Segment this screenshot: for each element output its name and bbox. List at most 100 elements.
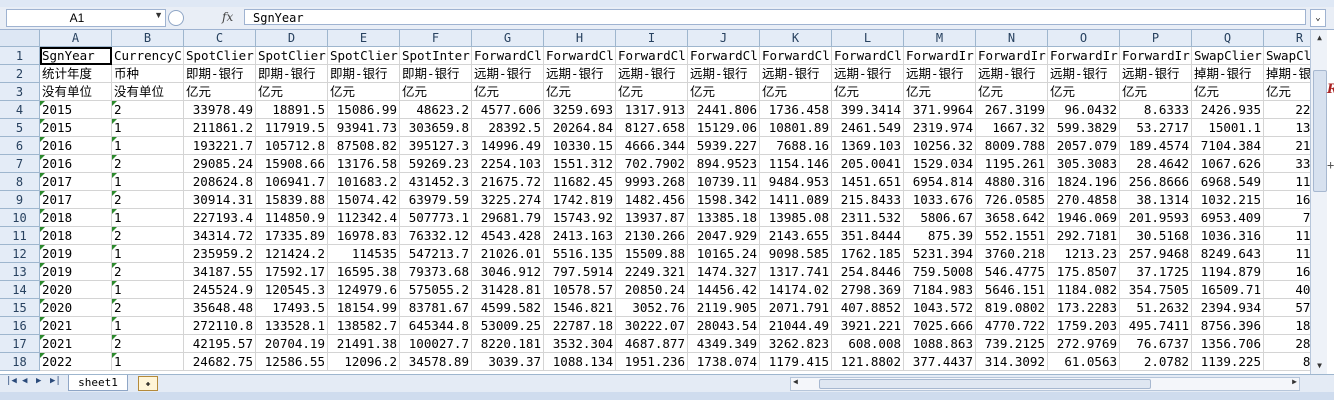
table-cell[interactable]: 2015	[40, 101, 112, 119]
table-cell[interactable]: 亿元	[976, 83, 1048, 101]
table-cell[interactable]: 2311.532	[832, 209, 904, 227]
table-cell[interactable]: 267.3199	[976, 101, 1048, 119]
select-all-corner[interactable]	[0, 30, 40, 47]
table-cell[interactable]: 18891.5	[256, 101, 328, 119]
table-cell[interactable]: 5516.135	[544, 245, 616, 263]
table-cell[interactable]: 1	[112, 317, 184, 335]
table-cell[interactable]: 没有单位	[112, 83, 184, 101]
table-cell[interactable]: 2214.	[1264, 101, 1310, 119]
table-cell[interactable]: 20264.84	[544, 119, 616, 137]
table-cell[interactable]: 21026.01	[472, 245, 544, 263]
table-cell[interactable]: 79373.68	[400, 263, 472, 281]
table-cell[interactable]: 15509.88	[616, 245, 688, 263]
table-cell[interactable]: 547213.7	[400, 245, 472, 263]
table-cell[interactable]: 2	[112, 335, 184, 353]
table-cell[interactable]: 16509.71	[1192, 281, 1264, 299]
table-cell[interactable]: 1	[112, 353, 184, 371]
table-cell[interactable]: 351.8444	[832, 227, 904, 245]
table-cell[interactable]: 3046.912	[472, 263, 544, 281]
table-cell[interactable]: 3921.221	[832, 317, 904, 335]
table-cell[interactable]: 399.3414	[832, 101, 904, 119]
table-cell[interactable]: 2019	[40, 263, 112, 281]
table-cell[interactable]: 11682.45	[544, 173, 616, 191]
table-cell[interactable]: 120545.3	[256, 281, 328, 299]
table-cell[interactable]: 2017	[40, 191, 112, 209]
table-cell[interactable]: 599.3829	[1048, 119, 1120, 137]
table-cell[interactable]: 395127.3	[400, 137, 472, 155]
scroll-left-icon[interactable]: ◀	[793, 377, 798, 386]
table-cell[interactable]: ForwardIr	[904, 47, 976, 65]
table-cell[interactable]: 1834.	[1264, 317, 1310, 335]
table-cell[interactable]: 1762.185	[832, 245, 904, 263]
table-cell[interactable]: 10330.15	[544, 137, 616, 155]
table-cell[interactable]: 亿元	[400, 83, 472, 101]
table-cell[interactable]: 13683	[1264, 119, 1310, 137]
column-header[interactable]: G	[472, 30, 544, 47]
table-cell[interactable]: 211861.2	[184, 119, 256, 137]
table-cell[interactable]: 1667.32	[976, 119, 1048, 137]
table-cell[interactable]: 1213.23	[1048, 245, 1120, 263]
scroll-down-icon[interactable]: ▼	[1311, 358, 1328, 374]
column-header[interactable]: M	[904, 30, 976, 47]
table-cell[interactable]: 2016	[40, 137, 112, 155]
table-cell[interactable]: 2047.929	[688, 227, 760, 245]
column-header[interactable]: K	[760, 30, 832, 47]
table-cell[interactable]: 2182.	[1264, 137, 1310, 155]
table-cell[interactable]: 1139.225	[1192, 353, 1264, 371]
table-cell[interactable]: ForwardCl	[688, 47, 760, 65]
table-cell[interactable]: 2413.163	[544, 227, 616, 245]
table-cell[interactable]: 4349.349	[688, 335, 760, 353]
table-cell[interactable]: 175.8507	[1048, 263, 1120, 281]
table-cell[interactable]: 1033.676	[904, 191, 976, 209]
table-cell[interactable]: 28043.54	[688, 317, 760, 335]
scroll-up-icon[interactable]: ▲	[1311, 30, 1328, 46]
table-cell[interactable]: 2	[112, 191, 184, 209]
table-cell[interactable]: 亿元	[616, 83, 688, 101]
table-cell[interactable]: 114535	[328, 245, 400, 263]
table-cell[interactable]: 1036.316	[1192, 227, 1264, 245]
table-cell[interactable]: 12096.2	[328, 353, 400, 371]
table-cell[interactable]: 1474.327	[688, 263, 760, 281]
table-cell[interactable]: 205.0041	[832, 155, 904, 173]
table-cell[interactable]: 93941.73	[328, 119, 400, 137]
table-cell[interactable]: 2394.934	[1192, 299, 1264, 317]
column-header[interactable]: E	[328, 30, 400, 47]
table-cell[interactable]: 8009.788	[976, 137, 1048, 155]
formula-bar-grip-icon[interactable]	[168, 10, 184, 26]
table-cell[interactable]: 1032.215	[1192, 191, 1264, 209]
table-cell[interactable]: 6954.814	[904, 173, 976, 191]
table-cell[interactable]: 270.4858	[1048, 191, 1120, 209]
table-cell[interactable]: 215.8433	[832, 191, 904, 209]
table-cell[interactable]: 81.8	[1264, 353, 1310, 371]
table-cell[interactable]: 5231.394	[904, 245, 976, 263]
table-cell[interactable]: ForwardIr	[1048, 47, 1120, 65]
table-cell[interactable]: 17592.17	[256, 263, 328, 281]
table-cell[interactable]: 4880.316	[976, 173, 1048, 191]
table-cell[interactable]: 254.8446	[832, 263, 904, 281]
table-cell[interactable]: 8127.658	[616, 119, 688, 137]
table-cell[interactable]: 1317.741	[760, 263, 832, 281]
table-cell[interactable]: 1194.879	[1192, 263, 1264, 281]
table-cell[interactable]: 15129.06	[688, 119, 760, 137]
row-header[interactable]: 17	[0, 335, 40, 353]
table-cell[interactable]: 15839.88	[256, 191, 328, 209]
table-cell[interactable]: 31428.81	[472, 281, 544, 299]
table-cell[interactable]: 48623.2	[400, 101, 472, 119]
table-cell[interactable]: 76332.12	[400, 227, 472, 245]
table-cell[interactable]: 193221.7	[184, 137, 256, 155]
row-header[interactable]: 15	[0, 299, 40, 317]
table-cell[interactable]: 2020	[40, 299, 112, 317]
table-cell[interactable]: 100027.7	[400, 335, 472, 353]
table-cell[interactable]: 30.5168	[1120, 227, 1192, 245]
table-cell[interactable]: 17335.89	[256, 227, 328, 245]
table-cell[interactable]: 2249.321	[616, 263, 688, 281]
table-cell[interactable]: 3225.274	[472, 191, 544, 209]
table-cell[interactable]: 1	[112, 245, 184, 263]
table-cell[interactable]: 1482.456	[616, 191, 688, 209]
table-cell[interactable]: 8249.643	[1192, 245, 1264, 263]
table-cell[interactable]: 2	[112, 227, 184, 245]
table-cell[interactable]: 1546.821	[544, 299, 616, 317]
table-cell[interactable]: 1451.651	[832, 173, 904, 191]
table-cell[interactable]: 2016	[40, 155, 112, 173]
row-header[interactable]: 3	[0, 83, 40, 101]
